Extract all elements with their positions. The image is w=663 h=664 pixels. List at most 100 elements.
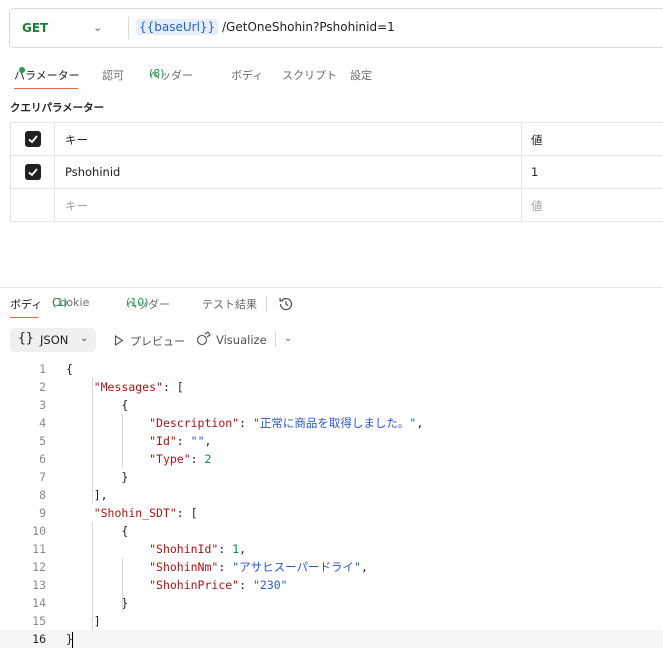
code-token: :: [239, 416, 253, 430]
tab-authorization[interactable]: 認可: [102, 67, 124, 83]
code-line: 11 "ShohinId": 1,: [0, 540, 663, 558]
code-content: ]: [66, 612, 101, 630]
preview-button[interactable]: プレビュー: [114, 333, 185, 349]
code-line: 15 ]: [0, 612, 663, 630]
line-number: 2: [39, 380, 46, 394]
code-token: "ShohinId": [149, 542, 219, 556]
code-token: "Type": [149, 452, 191, 466]
code-token: ,: [416, 416, 424, 430]
line-number: 10: [32, 524, 46, 538]
query-params-table: キー 値 Pshohinid 1 キー 値: [10, 122, 663, 222]
format-label: JSON: [40, 333, 69, 347]
tab-divider: [266, 296, 267, 312]
visualize-icon: [196, 331, 211, 346]
code-token: ,: [204, 434, 212, 448]
code-token: "アサヒスーパードライ": [232, 560, 361, 574]
indent-guide: [122, 414, 123, 468]
line-number: 15: [32, 614, 46, 628]
code-token: ,: [239, 542, 247, 556]
code-token: "ShohinPrice": [149, 578, 240, 592]
indent-guide: [92, 378, 93, 504]
code-content: ],: [66, 486, 108, 504]
line-number: 11: [32, 542, 46, 556]
code-token: :: [218, 560, 233, 574]
checkmark-icon: [28, 135, 38, 144]
new-param-value-input[interactable]: 値: [531, 198, 543, 214]
code-line: 5 "Id": "",: [0, 432, 663, 450]
line-number: 13: [32, 578, 46, 592]
code-content: "Description": "正常に商品を取得しました。",: [66, 414, 423, 432]
column-header-key: キー: [65, 133, 88, 147]
code-line: 16}: [0, 630, 663, 648]
response-body-editor[interactable]: 1{2 "Messages": [3 {4 "Description": "正常…: [0, 360, 663, 648]
code-token: ,: [360, 560, 368, 574]
code-line: 7 }: [0, 468, 663, 486]
tab-test-results[interactable]: テスト結果: [202, 296, 257, 312]
tab-settings[interactable]: 設定: [350, 67, 372, 83]
code-line: 6 "Type": 2: [0, 450, 663, 468]
code-line: 10 {: [0, 522, 663, 540]
params-active-dot-icon: [19, 67, 25, 73]
visualize-button[interactable]: Visualize: [196, 331, 267, 347]
history-icon[interactable]: [277, 295, 295, 313]
code-token: : [: [176, 506, 198, 520]
code-line: 12 "ShohinNm": "アサヒスーパードライ",: [0, 558, 663, 576]
url-divider: [128, 17, 129, 39]
line-number: 14: [32, 596, 46, 610]
code-token: {: [66, 524, 129, 538]
code-line: 2 "Messages": [: [0, 378, 663, 396]
tab-scripts[interactable]: スクリプト: [282, 67, 337, 83]
line-number: 3: [39, 398, 46, 412]
code-token: "Shohin_SDT": [93, 506, 177, 520]
code-token: }: [66, 470, 129, 484]
format-select[interactable]: {} JSON ⌄: [10, 328, 96, 352]
line-number: 1: [39, 362, 46, 376]
code-token: :: [176, 434, 191, 448]
code-token: "": [190, 434, 205, 448]
indent-guide: [122, 558, 123, 612]
code-line: 1{: [0, 360, 663, 378]
new-param-key-input[interactable]: キー: [65, 198, 88, 214]
line-number: 9: [39, 506, 46, 520]
code-content: "ShohinId": 1,: [66, 540, 246, 558]
pane-divider[interactable]: [0, 287, 663, 288]
code-token: : [: [162, 380, 184, 394]
text-cursor: [72, 632, 73, 648]
code-content: "ShohinPrice": "230": [66, 576, 288, 594]
param-key-input[interactable]: Pshohinid: [65, 165, 120, 179]
code-token: :: [218, 542, 233, 556]
line-number: 6: [39, 452, 46, 466]
chevron-down-icon[interactable]: ⌄: [284, 333, 292, 344]
code-line: 3 {: [0, 396, 663, 414]
active-tab-underline: [14, 88, 78, 89]
query-params-title: クエリパラメーター: [10, 102, 105, 114]
code-content: "Shohin_SDT": [: [66, 504, 198, 522]
code-token: "Description": [149, 416, 240, 430]
code-token: "正常に商品を取得しました。": [252, 416, 417, 430]
code-token: 2: [204, 452, 212, 466]
code-token: ]: [66, 614, 101, 628]
url-input[interactable]: {{baseUrl}} /GetOneShohin?Pshohinid=1: [136, 19, 395, 35]
param-value-input[interactable]: 1: [531, 165, 538, 179]
chevron-down-icon[interactable]: ⌄: [93, 21, 102, 34]
tab-response-body[interactable]: ボディ: [10, 296, 42, 312]
table-header-row: キー 値: [10, 123, 663, 156]
url-variable: {{baseUrl}}: [136, 19, 219, 35]
code-line: 14 }: [0, 594, 663, 612]
select-all-checkbox[interactable]: [25, 131, 41, 147]
code-token: {: [66, 398, 129, 412]
code-token: "ShohinNm": [149, 560, 219, 574]
chevron-down-icon: ⌄: [80, 333, 89, 344]
param-enabled-checkbox[interactable]: [25, 164, 41, 180]
code-token: {: [66, 362, 73, 376]
code-content: "Messages": [: [66, 378, 184, 396]
tab-body[interactable]: ボディ: [231, 67, 263, 83]
http-method-select[interactable]: GET: [22, 21, 48, 35]
code-content: {: [66, 396, 128, 414]
